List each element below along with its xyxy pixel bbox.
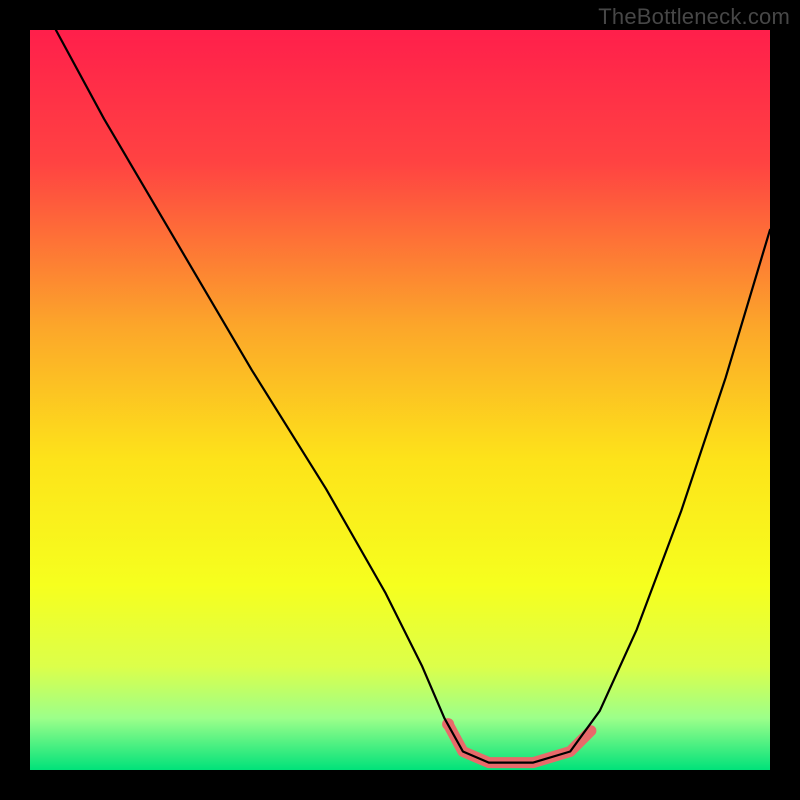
chart-frame: { "watermark": "TheBottleneck.com", "cha… [0, 0, 800, 800]
watermark-text: TheBottleneck.com [598, 4, 790, 30]
plot-background [30, 30, 770, 770]
bottleneck-chart [0, 0, 800, 800]
